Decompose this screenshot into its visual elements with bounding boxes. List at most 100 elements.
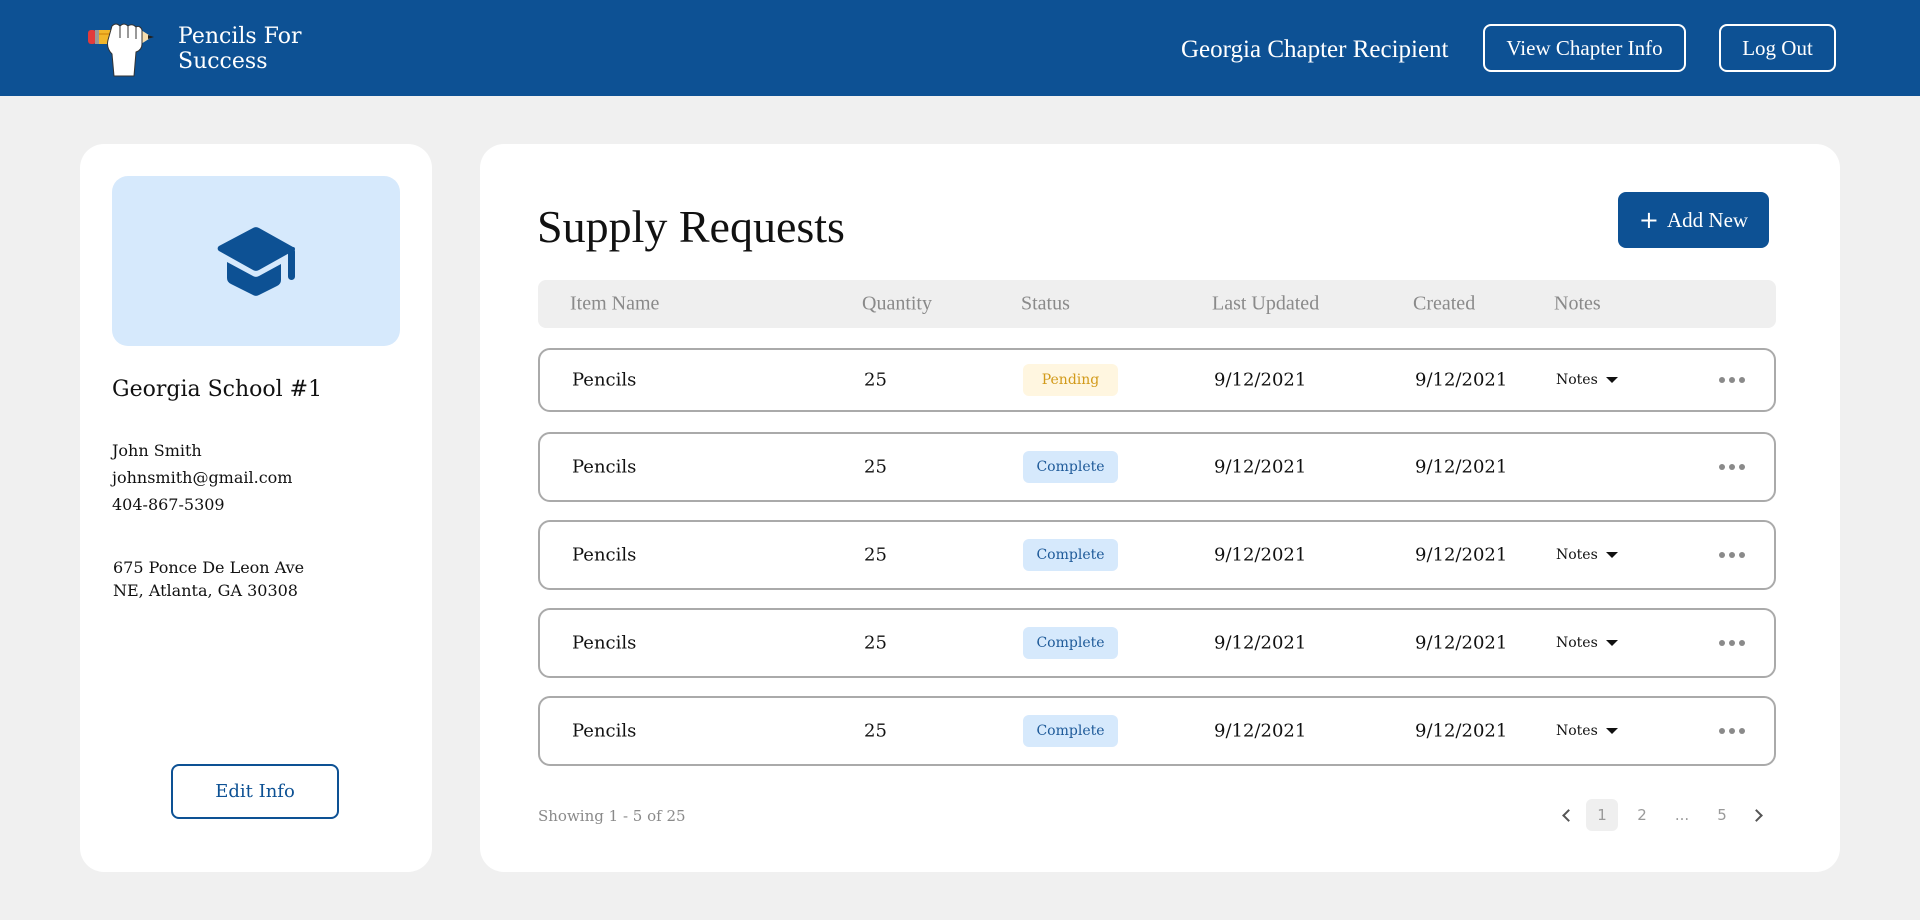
- page-button-2[interactable]: 2: [1626, 799, 1658, 831]
- caret-down-icon: [1605, 552, 1618, 558]
- quantity: 25: [864, 544, 887, 566]
- dot-icon: [1719, 552, 1725, 558]
- add-new-label: Add New: [1667, 207, 1749, 232]
- caret-down-icon: [1605, 377, 1618, 383]
- view-chapter-info-button[interactable]: View Chapter Info: [1483, 24, 1686, 72]
- school-avatar: [112, 176, 400, 346]
- pencil-fist-logo-icon[interactable]: [82, 18, 162, 78]
- created-date: 9/12/2021: [1415, 456, 1508, 478]
- pagination-summary: Showing 1 - 5 of 25: [538, 807, 686, 825]
- last-updated: 9/12/2021: [1214, 456, 1307, 478]
- more-options-button[interactable]: [1715, 636, 1749, 650]
- column-header-status[interactable]: Status: [1021, 293, 1070, 316]
- column-header-last-updated[interactable]: Last Updated: [1212, 293, 1319, 316]
- pagination: 1 2 ... 5: [1550, 799, 1774, 831]
- brand-name: Pencils For Success: [178, 24, 338, 74]
- column-header-notes[interactable]: Notes: [1554, 293, 1601, 316]
- chevron-left-icon: [1561, 808, 1575, 822]
- add-new-button[interactable]: + Add New: [1618, 192, 1769, 248]
- item-name: Pencils: [572, 369, 637, 391]
- notes-label: Notes: [1556, 723, 1598, 739]
- more-options-button[interactable]: [1715, 460, 1749, 474]
- dot-icon: [1739, 640, 1745, 646]
- status-cell: Complete: [1023, 539, 1118, 571]
- contact-phone: 404-867-5309: [112, 495, 225, 514]
- notes-dropdown[interactable]: Notes: [1556, 547, 1618, 563]
- table-row[interactable]: Pencils 25 Complete 9/12/2021 9/12/2021: [538, 432, 1776, 502]
- supply-requests-card: Supply Requests + Add New Item Name Quan…: [480, 144, 1840, 872]
- table-row[interactable]: Pencils 25 Complete 9/12/2021 9/12/2021 Notes: [538, 608, 1776, 678]
- previous-page-button[interactable]: [1550, 799, 1582, 831]
- contact-email: johnsmith@gmail.com: [112, 468, 293, 487]
- dot-icon: [1729, 377, 1735, 383]
- page-title: Supply Requests: [537, 201, 845, 252]
- notes-dropdown[interactable]: Notes: [1556, 723, 1618, 739]
- last-updated: 9/12/2021: [1214, 632, 1307, 654]
- column-header-created[interactable]: Created: [1413, 293, 1475, 316]
- status-cell: Complete: [1023, 627, 1118, 659]
- status-badge: Complete: [1023, 627, 1118, 659]
- dot-icon: [1739, 728, 1745, 734]
- notes-label: Notes: [1556, 547, 1598, 563]
- status-cell: Complete: [1023, 451, 1118, 483]
- table-row[interactable]: Pencils 25 Pending 9/12/2021 9/12/2021 Notes: [538, 348, 1776, 412]
- table-row[interactable]: Pencils 25 Complete 9/12/2021 9/12/2021 Notes: [538, 696, 1776, 766]
- quantity: 25: [864, 369, 887, 391]
- status-cell: Complete: [1023, 715, 1118, 747]
- caret-down-icon: [1605, 640, 1618, 646]
- quantity: 25: [864, 456, 887, 478]
- table-row[interactable]: Pencils 25 Complete 9/12/2021 9/12/2021 Notes: [538, 520, 1776, 590]
- created-date: 9/12/2021: [1415, 544, 1508, 566]
- item-name: Pencils: [572, 544, 637, 566]
- school-address: 675 Ponce De Leon Ave NE, Atlanta, GA 30…: [113, 556, 373, 602]
- status-badge: Complete: [1023, 451, 1118, 483]
- dot-icon: [1729, 552, 1735, 558]
- more-options-button[interactable]: [1715, 548, 1749, 562]
- column-header-quantity[interactable]: Quantity: [862, 293, 932, 316]
- table-header: Item Name Quantity Status Last Updated C…: [538, 280, 1776, 328]
- status-badge: Pending: [1023, 364, 1118, 396]
- user-role-label: Georgia Chapter Recipient: [1181, 36, 1449, 63]
- dot-icon: [1719, 640, 1725, 646]
- dot-icon: [1739, 552, 1745, 558]
- dot-icon: [1729, 728, 1735, 734]
- log-out-button[interactable]: Log Out: [1719, 24, 1836, 72]
- created-date: 9/12/2021: [1415, 720, 1508, 742]
- dot-icon: [1729, 640, 1735, 646]
- item-name: Pencils: [572, 456, 637, 478]
- school-name: Georgia School #1: [112, 377, 323, 402]
- more-options-button[interactable]: [1715, 724, 1749, 738]
- quantity: 25: [864, 720, 887, 742]
- last-updated: 9/12/2021: [1214, 369, 1307, 391]
- dot-icon: [1719, 728, 1725, 734]
- more-options-button[interactable]: [1715, 373, 1749, 387]
- page-button-5[interactable]: 5: [1706, 799, 1738, 831]
- chevron-right-icon: [1749, 808, 1763, 822]
- edit-info-button[interactable]: Edit Info: [171, 764, 339, 819]
- notes-dropdown[interactable]: Notes: [1556, 372, 1618, 388]
- created-date: 9/12/2021: [1415, 632, 1508, 654]
- graduation-cap-icon: [217, 227, 295, 296]
- next-page-button[interactable]: [1742, 799, 1774, 831]
- quantity: 25: [864, 632, 887, 654]
- notes-label: Notes: [1556, 635, 1598, 651]
- top-navbar: Pencils For Success Georgia Chapter Reci…: [0, 0, 1920, 96]
- page-button-1[interactable]: 1: [1586, 799, 1618, 831]
- page-ellipsis: ...: [1674, 806, 1690, 824]
- dot-icon: [1719, 377, 1725, 383]
- created-date: 9/12/2021: [1415, 369, 1508, 391]
- brand-line-2: Success: [178, 49, 268, 74]
- item-name: Pencils: [572, 632, 637, 654]
- plus-icon: +: [1638, 206, 1660, 234]
- last-updated: 9/12/2021: [1214, 544, 1307, 566]
- contact-info: John Smith johnsmith@gmail.com 404-867-5…: [112, 437, 292, 518]
- address-line-1: 675 Ponce De Leon Ave: [113, 558, 305, 577]
- address-line-2: NE, Atlanta, GA 30308: [113, 581, 298, 600]
- dot-icon: [1729, 464, 1735, 470]
- notes-dropdown[interactable]: Notes: [1556, 635, 1618, 651]
- column-header-item-name[interactable]: Item Name: [570, 293, 659, 316]
- notes-label: Notes: [1556, 372, 1598, 388]
- dot-icon: [1739, 377, 1745, 383]
- contact-name: John Smith: [112, 441, 202, 460]
- status-badge: Complete: [1023, 539, 1118, 571]
